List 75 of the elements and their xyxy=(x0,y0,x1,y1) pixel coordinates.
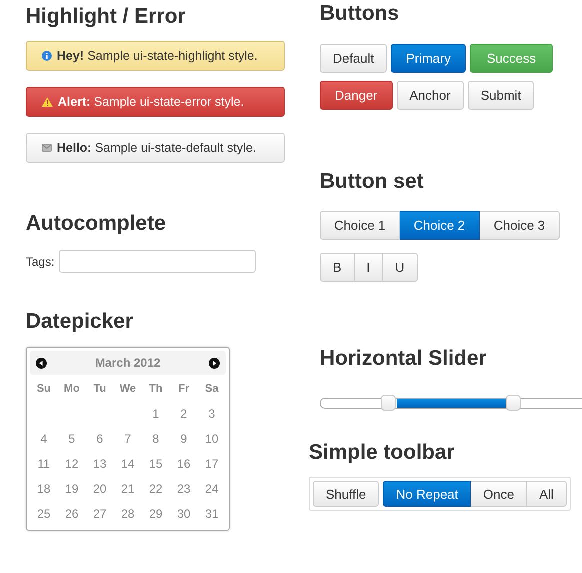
section-heading: Horizontal Slider xyxy=(320,347,487,371)
alert-text: Hey! Sample ui-state-highlight style. xyxy=(57,49,258,63)
calendar-day[interactable]: 13 xyxy=(86,452,114,477)
button[interactable]: Success xyxy=(470,44,554,73)
section-heading: Highlight / Error xyxy=(26,5,186,29)
section-heading: Datepicker xyxy=(26,310,134,334)
calendar-day[interactable]: 30 xyxy=(170,502,198,527)
toggle-button[interactable]: B xyxy=(320,253,355,282)
calendar-day[interactable]: 10 xyxy=(198,427,226,452)
calendar-day[interactable]: 3 xyxy=(198,402,226,427)
calendar-day[interactable]: 16 xyxy=(170,452,198,477)
button[interactable]: Submit xyxy=(468,81,534,110)
calendar-day[interactable]: 25 xyxy=(30,502,58,527)
toolbar-button[interactable]: Once xyxy=(471,481,528,507)
calendar-day[interactable]: 31 xyxy=(198,502,226,527)
weekday-label: Sa xyxy=(204,382,220,397)
calendar-day[interactable]: 17 xyxy=(198,452,226,477)
section-heading: Button set xyxy=(320,170,424,194)
calendar-day[interactable]: 22 xyxy=(142,477,170,502)
toggle-button[interactable]: Choice 2 xyxy=(400,211,480,240)
calendar-day[interactable]: 24 xyxy=(198,477,226,502)
warning-icon xyxy=(42,97,53,107)
alert-text: Hello: Sample ui-state-default style. xyxy=(57,141,256,155)
alert-text: Alert: Sample ui-state-error style. xyxy=(58,95,244,109)
calendar-day[interactable]: 21 xyxy=(114,477,142,502)
calendar-day[interactable]: 19 xyxy=(58,477,86,502)
calendar-day[interactable]: 14 xyxy=(114,452,142,477)
weekday-label: We xyxy=(118,382,138,397)
calendar-day[interactable]: 23 xyxy=(170,477,198,502)
field-label: Tags: xyxy=(26,254,55,268)
calendar-day[interactable]: 4 xyxy=(30,427,58,452)
button[interactable]: Danger xyxy=(320,81,393,110)
previous-month-icon[interactable] xyxy=(36,358,47,368)
weekday-label: Mo xyxy=(63,382,81,397)
section-heading: Buttons xyxy=(320,2,400,26)
calendar-day[interactable]: 29 xyxy=(142,502,170,527)
calendar-day[interactable]: 18 xyxy=(30,477,58,502)
section-heading: Simple toolbar xyxy=(309,441,455,465)
toggle-button[interactable]: I xyxy=(354,253,384,282)
slider-handle[interactable] xyxy=(506,395,522,411)
section-heading: Autocomplete xyxy=(26,212,166,236)
calendar-day[interactable]: 2 xyxy=(170,402,198,427)
button[interactable]: Default xyxy=(320,44,388,73)
weekday-label: Fr xyxy=(178,382,190,397)
next-month-icon[interactable] xyxy=(209,358,220,368)
weekday-label: Tu xyxy=(92,382,108,397)
slider-track[interactable] xyxy=(320,398,582,409)
tags-input-field[interactable] xyxy=(58,250,256,273)
button[interactable]: Anchor xyxy=(396,81,464,110)
toolbar-button[interactable]: Shuffle xyxy=(313,481,380,507)
slider-handle[interactable] xyxy=(380,395,396,411)
info-icon xyxy=(42,51,52,61)
calendar-day[interactable]: 12 xyxy=(58,452,86,477)
calendar-day[interactable]: 1 xyxy=(142,402,170,427)
calendar-day[interactable]: 11 xyxy=(30,452,58,477)
toggle-button[interactable]: Choice 3 xyxy=(480,211,560,240)
button[interactable]: Primary xyxy=(391,44,466,73)
toggle-button[interactable]: U xyxy=(383,253,418,282)
toolbar-button[interactable]: All xyxy=(527,481,567,507)
calendar-day[interactable]: 7 xyxy=(114,427,142,452)
calendar-day[interactable]: 9 xyxy=(170,427,198,452)
calendar-day[interactable]: 6 xyxy=(86,427,114,452)
calendar-day[interactable]: 27 xyxy=(86,502,114,527)
month-title: March 2012 xyxy=(95,356,161,370)
weekday-label: Su xyxy=(36,382,52,397)
calendar-day[interactable]: 5 xyxy=(58,427,86,452)
toolbar-button[interactable]: No Repeat xyxy=(383,481,472,507)
weekday-label: Th xyxy=(148,382,164,397)
toggle-button[interactable]: Choice 1 xyxy=(320,211,400,240)
calendar-day[interactable]: 8 xyxy=(142,427,170,452)
calendar-day[interactable]: 15 xyxy=(142,452,170,477)
envelope-icon xyxy=(42,144,52,152)
calendar-day[interactable]: 20 xyxy=(86,477,114,502)
calendar-day[interactable]: 26 xyxy=(58,502,86,527)
calendar-day[interactable]: 28 xyxy=(114,502,142,527)
